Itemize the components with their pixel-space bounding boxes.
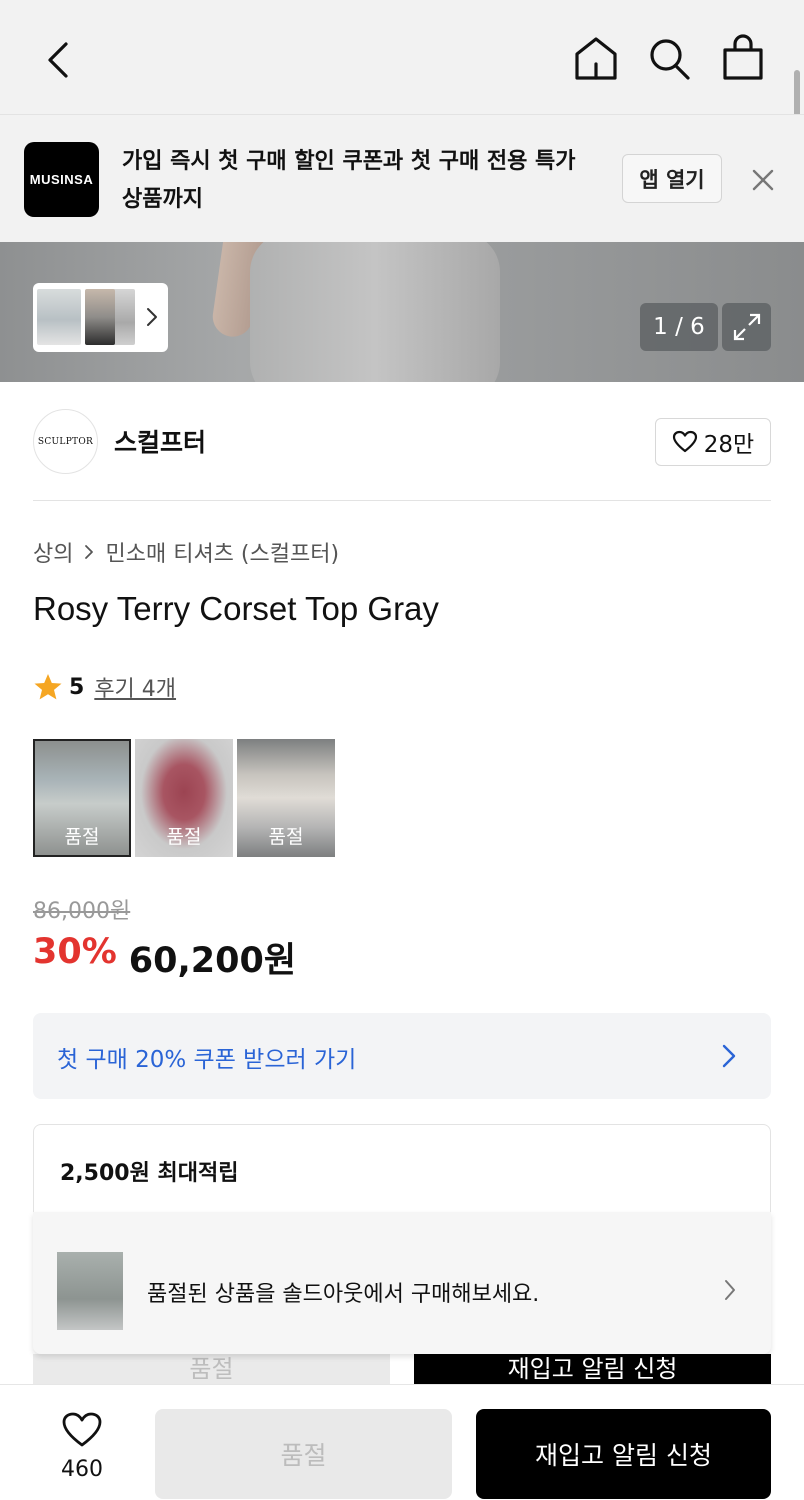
soldout-product-thumbnail: [57, 1252, 123, 1330]
heart-icon: [672, 430, 697, 453]
heart-icon: [62, 1412, 102, 1447]
reviews-link[interactable]: 후기 4개: [94, 671, 176, 703]
soldout-notice[interactable]: 품절된 상품을 솔드아웃에서 구매해보세요.: [33, 1212, 771, 1354]
app-banner: MUSINSA 가입 즉시 첫 구매 할인 쿠폰과 첫 구매 전용 특가 상품까…: [0, 114, 804, 242]
option-swatch[interactable]: 품절: [237, 739, 335, 857]
home-icon[interactable]: [572, 34, 620, 84]
restock-alert-button[interactable]: 재입고 알림 신청: [476, 1409, 771, 1499]
rating-score: 5: [69, 674, 85, 700]
hero-photo-leg: [250, 242, 500, 382]
star-icon: [34, 674, 62, 700]
soldout-notice-message: 품절된 상품을 솔드아웃에서 구매해보세요.: [147, 1282, 540, 1307]
brand-like-button[interactable]: 28만: [655, 418, 771, 466]
option-swatch[interactable]: 품절: [33, 739, 131, 857]
soldout-button: 품절: [155, 1409, 452, 1499]
chevron-right-icon: [85, 545, 94, 559]
product-hero-image[interactable]: 1 / 6: [0, 242, 804, 382]
wishlist-button[interactable]: 460: [45, 1411, 119, 1482]
top-nav: [0, 0, 804, 114]
option-swatches: 품절 품절 품절: [33, 739, 335, 857]
gallery-thumbnails[interactable]: [33, 283, 168, 352]
app-logo: MUSINSA: [24, 142, 99, 217]
soldout-label: 품절: [268, 826, 304, 848]
gallery-thumb: [85, 289, 115, 345]
breadcrumb-category[interactable]: 상의: [33, 536, 73, 568]
discount-rate: 30%: [33, 932, 117, 972]
chevron-right-icon: [725, 1280, 735, 1300]
chevron-right-icon: [722, 1044, 736, 1068]
expand-icon: [733, 313, 760, 341]
first-purchase-coupon-link[interactable]: 첫 구매 20% 쿠폰 받으러 가기: [33, 1013, 771, 1099]
original-price: 86,000원: [33, 899, 131, 924]
soldout-button-behind: 품절: [33, 1354, 390, 1384]
divider: [33, 500, 771, 501]
sale-price: 60,200원: [128, 941, 297, 981]
shopping-bag-icon[interactable]: [719, 34, 767, 84]
brand-like-count: 28만: [703, 432, 755, 458]
bottom-action-bar: 460 품절 재입고 알림 신청: [0, 1384, 804, 1500]
breadcrumb-subcategory[interactable]: 민소매 티셔츠 (스컬프터): [105, 536, 339, 568]
search-icon[interactable]: [646, 34, 694, 84]
wishlist-count: 460: [61, 1457, 103, 1482]
price-row: 30% 60,200원: [33, 932, 296, 983]
restock-button-behind: 재입고 알림 신청: [414, 1354, 771, 1384]
expand-button[interactable]: [722, 303, 771, 351]
open-app-button[interactable]: 앱 열기: [622, 154, 722, 203]
back-icon[interactable]: [38, 36, 82, 84]
brand-logo-text: SCULPTOR: [37, 436, 94, 447]
points-info: 2,500원 최대적립: [33, 1124, 771, 1214]
gallery-thumb: [37, 289, 81, 345]
chevron-right-icon: [147, 308, 157, 326]
points-label: 2,500원 최대적립: [60, 1161, 239, 1186]
soldout-label: 품절: [166, 826, 202, 848]
breadcrumb: 상의 민소매 티셔츠 (스컬프터): [33, 536, 339, 568]
product-title: Rosy Terry Corset Top Gray: [33, 590, 439, 627]
coupon-label: 첫 구매 20% 쿠폰 받으러 가기: [57, 1047, 357, 1073]
close-icon[interactable]: [750, 167, 776, 193]
brand-logo[interactable]: SCULPTOR: [33, 409, 98, 474]
app-banner-message: 가입 즉시 첫 구매 할인 쿠폰과 첫 구매 전용 특가 상품까지: [122, 149, 576, 212]
brand-name[interactable]: 스컬프터: [114, 423, 206, 459]
soldout-label: 품절: [64, 826, 100, 848]
image-counter: 1 / 6: [640, 303, 718, 351]
rating: 5 후기 4개: [33, 671, 176, 703]
option-swatch[interactable]: 품절: [135, 739, 233, 857]
